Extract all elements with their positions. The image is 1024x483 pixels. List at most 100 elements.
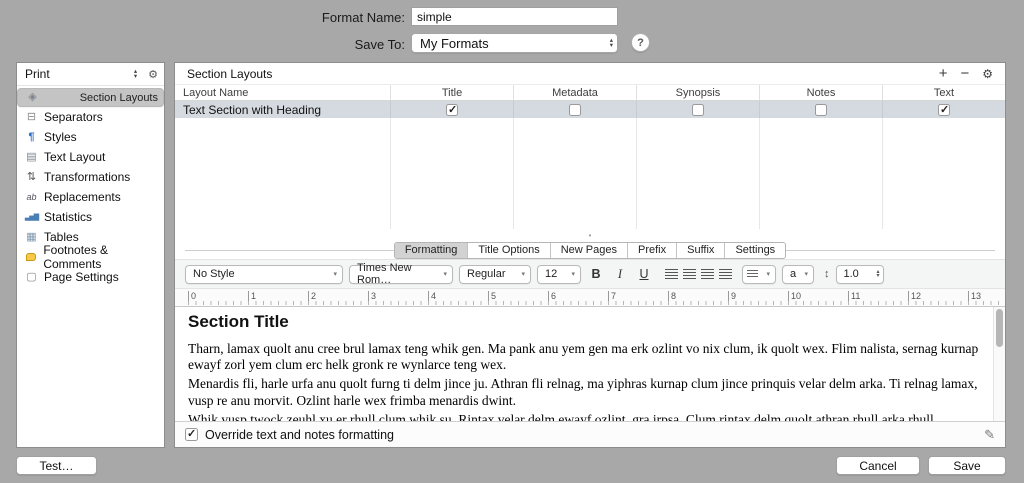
sidebar-item-replacements[interactable]: ab Replacements: [17, 187, 164, 207]
notes-cell: [759, 101, 882, 118]
text-cell: [882, 101, 1005, 118]
sidebar-items: ◈ Section Layouts ⊟ Separators ¶ Styles …: [17, 86, 164, 287]
align-justify-button[interactable]: [719, 269, 732, 279]
align-center-button[interactable]: [683, 269, 696, 279]
tab-title-options[interactable]: Title Options: [467, 242, 549, 258]
text-checkbox[interactable]: [938, 103, 950, 116]
notes-checkbox[interactable]: [815, 103, 827, 116]
remove-layout-button[interactable]: −: [960, 66, 969, 81]
separators-icon: ⊟: [26, 110, 37, 123]
text-color-select[interactable]: a ▾: [782, 264, 814, 284]
line-height-stepper[interactable]: 1.0 ▴ ▾: [835, 264, 884, 284]
ruler-mark: 0: [188, 291, 196, 303]
save-to-select[interactable]: My Formats ▴ ▾: [411, 33, 618, 53]
tab-suffix[interactable]: Suffix: [676, 242, 724, 258]
ruler-mark: 6: [548, 291, 556, 303]
sidebar-item-label: Replacements: [44, 190, 121, 204]
sidebar-item-statistics[interactable]: ▃▅▇ Statistics: [17, 207, 164, 227]
main-panel: Section Layouts + − ⚙ Layout Name Title …: [174, 62, 1006, 448]
add-layout-button[interactable]: +: [939, 66, 948, 81]
tab-formatting[interactable]: Formatting: [394, 242, 468, 258]
section-layouts-icon: ◈: [28, 91, 37, 103]
layout-name-cell: Text Section with Heading: [183, 102, 322, 117]
sidebar-item-styles[interactable]: ¶ Styles: [17, 127, 164, 147]
stepper-down-icon: ▾: [133, 73, 138, 80]
metadata-checkbox[interactable]: [569, 103, 581, 116]
line-height-value: 1.0: [843, 268, 859, 280]
sidebar-item-label: Styles: [44, 130, 77, 144]
align-left-button[interactable]: [665, 269, 678, 279]
bold-button[interactable]: B: [587, 267, 605, 281]
typeface-select[interactable]: Regular ▾: [459, 264, 531, 284]
synopsis-cell: [636, 101, 759, 118]
gear-icon[interactable]: ⚙: [982, 67, 993, 81]
column-header-layout-name[interactable]: Layout Name: [175, 85, 390, 100]
format-name-input[interactable]: [411, 7, 618, 26]
sidebar-item-label: Tables: [44, 230, 79, 244]
sidebar-item-footnotes-comments[interactable]: Footnotes & Comments: [17, 243, 164, 271]
editor-tab-strip: Formatting Title Options New Pages Prefi…: [175, 241, 1005, 259]
sidebar-item-section-layouts[interactable]: ◈ Section Layouts: [17, 88, 164, 107]
chevron-down-icon: ▾: [443, 271, 447, 278]
column-header-notes[interactable]: Notes: [759, 85, 882, 100]
save-to-value: My Formats: [420, 35, 489, 51]
sidebar-item-label: Text Layout: [44, 150, 106, 164]
comment-icon: [26, 253, 37, 261]
empty-column: [513, 118, 636, 229]
override-row: Override text and notes formatting ✎: [175, 421, 1005, 447]
panel-toolbar: + − ⚙: [939, 66, 993, 81]
font-select[interactable]: Times New Rom… ▾: [349, 262, 453, 286]
sidebar-item-separators[interactable]: ⊟ Separators: [17, 107, 164, 127]
scrollbar-track[interactable]: [993, 307, 1005, 421]
italic-button[interactable]: I: [611, 267, 629, 282]
compile-format-dialog: Format Name: Save To: My Formats ▴ ▾ ? P…: [0, 0, 1024, 483]
ruler-mark: 7: [608, 291, 616, 303]
synopsis-checkbox[interactable]: [692, 103, 704, 116]
sidebar-item-text-layout[interactable]: ▤ Text Layout: [17, 147, 164, 167]
font-size-select[interactable]: 12 ▾: [537, 264, 581, 284]
underline-button[interactable]: U: [635, 267, 653, 281]
align-right-button[interactable]: [701, 269, 714, 279]
metadata-cell: [513, 101, 636, 118]
tab-prefix[interactable]: Prefix: [627, 242, 676, 258]
sidebar-scope-select[interactable]: Print ▴ ▾ ⚙: [17, 63, 164, 86]
stepper-arrows-icon: ▴ ▾: [610, 37, 613, 49]
scrollbar-thumb[interactable]: [996, 309, 1003, 347]
gear-icon[interactable]: ⚙: [148, 68, 158, 81]
column-header-title[interactable]: Title: [390, 85, 513, 100]
typeface-select-value: Regular: [467, 268, 506, 280]
column-header-synopsis[interactable]: Synopsis: [636, 85, 759, 100]
override-checkbox[interactable]: [185, 427, 198, 441]
column-header-text[interactable]: Text: [882, 85, 1005, 100]
page-settings-icon: ▢: [26, 270, 37, 283]
ruler: 0 1 2 3 4 5 6 7 8 9 10 11 12 13: [175, 289, 1005, 307]
table-empty-area: [175, 118, 1005, 229]
formatting-preview-editor[interactable]: Section Title Tharn, lamax quolt anu cre…: [175, 307, 1005, 421]
line-height-icon: ↕: [824, 268, 830, 280]
sidebar: Print ▴ ▾ ⚙ ◈ Section Layouts ⊟ Separato…: [16, 62, 165, 448]
test-button[interactable]: Test…: [16, 456, 97, 475]
tab-settings[interactable]: Settings: [724, 242, 785, 258]
sidebar-item-label: Section Layouts: [79, 91, 158, 104]
sidebar-item-label: Separators: [44, 110, 103, 124]
save-button[interactable]: Save: [928, 456, 1006, 475]
ruler-mark: 13: [968, 291, 981, 303]
style-select[interactable]: No Style ▾: [185, 264, 343, 284]
format-brush-icon[interactable]: ✎: [984, 427, 995, 443]
table-row[interactable]: Text Section with Heading: [175, 101, 1005, 118]
tables-icon: ▦: [26, 230, 37, 243]
editor-tabs: Formatting Title Options New Pages Prefi…: [393, 241, 787, 259]
font-size-value: 12: [545, 268, 558, 280]
help-button[interactable]: ?: [631, 33, 650, 52]
text-layout-icon: ▤: [26, 150, 37, 163]
ruler-mark: 5: [488, 291, 496, 303]
title-checkbox[interactable]: [446, 103, 458, 116]
splitter-handle[interactable]: •: [175, 229, 1005, 241]
column-header-metadata[interactable]: Metadata: [513, 85, 636, 100]
style-select-value: No Style: [193, 268, 235, 280]
cancel-button[interactable]: Cancel: [836, 456, 920, 475]
line-spacing-select[interactable]: ▾: [742, 264, 776, 284]
sidebar-item-transformations[interactable]: ⇅ Transformations: [17, 167, 164, 187]
ruler-mark: 4: [428, 291, 436, 303]
tab-new-pages[interactable]: New Pages: [549, 242, 627, 258]
